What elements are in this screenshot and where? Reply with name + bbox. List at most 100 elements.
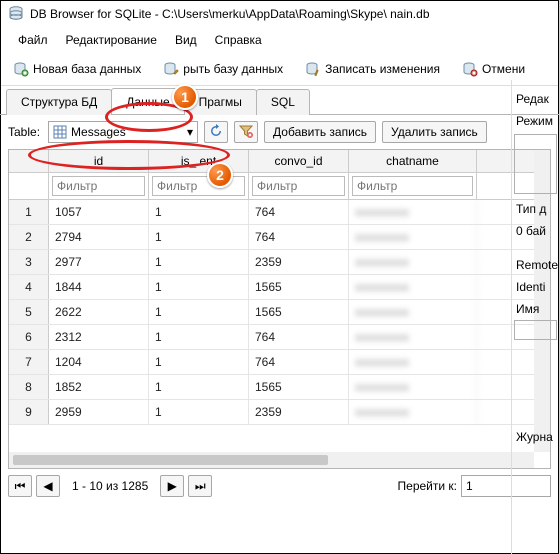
row-number: 9 bbox=[9, 400, 49, 424]
write-changes-button[interactable]: Записать изменения bbox=[298, 57, 447, 81]
filter-row bbox=[9, 173, 550, 200]
cell-convo[interactable]: 2359 bbox=[249, 250, 349, 274]
edit-box[interactable] bbox=[514, 134, 557, 194]
refresh-button[interactable] bbox=[204, 121, 228, 143]
window-title: DB Browser for SQLite - C:\Users\merku\A… bbox=[30, 7, 430, 21]
cell-convo[interactable]: 1565 bbox=[249, 375, 349, 399]
nav-next-button[interactable]: ▶ bbox=[160, 475, 184, 497]
record-nav: ⏮ ◀ 1 - 10 из 1285 ▶ ⏭ Перейти к: bbox=[0, 469, 559, 503]
cell-id[interactable]: 1844 bbox=[49, 275, 149, 299]
filter-chatname[interactable] bbox=[352, 176, 473, 196]
menu-bar: Файл Редактирование Вид Справка bbox=[0, 29, 559, 53]
filter-clear-icon bbox=[239, 124, 253, 141]
cell-id[interactable]: 1852 bbox=[49, 375, 149, 399]
filter-convo[interactable] bbox=[252, 176, 345, 196]
size-label: 0 бай bbox=[516, 224, 557, 238]
cell-id[interactable]: 2959 bbox=[49, 400, 149, 424]
table-label: Table: bbox=[8, 125, 40, 139]
cell-chatname[interactable]: xxxxxxxxx bbox=[349, 275, 477, 299]
row-number: 1 bbox=[9, 200, 49, 224]
row-number: 4 bbox=[9, 275, 49, 299]
cell-convo[interactable]: 764 bbox=[249, 225, 349, 249]
cell-id[interactable]: 2622 bbox=[49, 300, 149, 324]
cell-convo[interactable]: 764 bbox=[249, 200, 349, 224]
cell-id[interactable]: 2977 bbox=[49, 250, 149, 274]
mode-label: Режим bbox=[516, 114, 557, 128]
table-row[interactable]: 8185211565xxxxxxxxx bbox=[9, 375, 550, 400]
table-row[interactable]: 9295912359xxxxxxxxx bbox=[9, 400, 550, 425]
filter-id[interactable] bbox=[52, 176, 145, 196]
menu-help[interactable]: Справка bbox=[215, 33, 262, 47]
cell-chatname[interactable]: xxxxxxxxx bbox=[349, 350, 477, 374]
cell-id[interactable]: 2312 bbox=[49, 325, 149, 349]
cell-convo[interactable]: 764 bbox=[249, 325, 349, 349]
cell-convo[interactable]: 1565 bbox=[249, 300, 349, 324]
row-number: 5 bbox=[9, 300, 49, 324]
refresh-icon bbox=[209, 124, 223, 141]
header-col2[interactable]: is_ ent bbox=[149, 150, 249, 172]
cell-chatname[interactable]: xxxxxxxxx bbox=[349, 225, 477, 249]
menu-file[interactable]: Файл bbox=[18, 33, 48, 47]
cell-id[interactable]: 2794 bbox=[49, 225, 149, 249]
table-row[interactable]: 110571764xxxxxxxxx bbox=[9, 200, 550, 225]
header-convo-id[interactable]: convo_id bbox=[249, 150, 349, 172]
cell-chatname[interactable]: xxxxxxxxx bbox=[349, 250, 477, 274]
cell-chatname[interactable]: xxxxxxxxx bbox=[349, 400, 477, 424]
cell-convo[interactable]: 764 bbox=[249, 350, 349, 374]
cell-chatname[interactable]: xxxxxxxxx bbox=[349, 300, 477, 324]
revert-changes-button[interactable]: Отмени bbox=[455, 57, 532, 81]
header-rownum[interactable] bbox=[9, 150, 49, 172]
menu-edit[interactable]: Редактирование bbox=[66, 33, 157, 47]
header-chatname[interactable]: chatname bbox=[349, 150, 477, 172]
cell-id[interactable]: 1057 bbox=[49, 200, 149, 224]
table-row[interactable]: 5262211565xxxxxxxxx bbox=[9, 300, 550, 325]
open-database-icon bbox=[163, 61, 179, 77]
name-field[interactable] bbox=[514, 320, 557, 340]
cell-col2[interactable]: 1 bbox=[149, 325, 249, 349]
new-database-label: Новая база данных bbox=[33, 62, 141, 76]
clear-filters-button[interactable] bbox=[234, 121, 258, 143]
cell-col2[interactable]: 1 bbox=[149, 375, 249, 399]
tab-pragmas[interactable]: Прагмы bbox=[184, 89, 257, 115]
header-id[interactable]: id bbox=[49, 150, 149, 172]
table-select[interactable]: Messages ▾ bbox=[48, 121, 198, 143]
new-database-icon bbox=[13, 61, 29, 77]
table-select-value: Messages bbox=[71, 125, 126, 139]
cell-col2[interactable]: 1 bbox=[149, 350, 249, 374]
tab-structure[interactable]: Структура БД bbox=[6, 89, 112, 115]
nav-last-button[interactable]: ⏭ bbox=[188, 475, 212, 497]
row-number: 3 bbox=[9, 250, 49, 274]
cell-col2[interactable]: 1 bbox=[149, 300, 249, 324]
row-number: 6 bbox=[9, 325, 49, 349]
table-row[interactable]: 227941764xxxxxxxxx bbox=[9, 225, 550, 250]
table-icon bbox=[53, 125, 67, 139]
tab-sql[interactable]: SQL bbox=[256, 89, 310, 115]
table-row[interactable]: 3297712359xxxxxxxxx bbox=[9, 250, 550, 275]
delete-record-button[interactable]: Удалить запись bbox=[382, 121, 487, 143]
cell-col2[interactable]: 1 bbox=[149, 400, 249, 424]
cell-chatname[interactable]: xxxxxxxxx bbox=[349, 200, 477, 224]
cell-col2[interactable]: 1 bbox=[149, 275, 249, 299]
cell-convo[interactable]: 2359 bbox=[249, 400, 349, 424]
open-database-button[interactable]: рыть базу данных bbox=[156, 57, 290, 81]
cell-col2[interactable]: 1 bbox=[149, 250, 249, 274]
cell-id[interactable]: 1204 bbox=[49, 350, 149, 374]
cell-convo[interactable]: 1565 bbox=[249, 275, 349, 299]
type-label: Тип д bbox=[516, 202, 557, 216]
horizontal-scrollbar[interactable] bbox=[9, 452, 534, 468]
table-row[interactable]: 712041764xxxxxxxxx bbox=[9, 350, 550, 375]
filter-col2[interactable] bbox=[152, 176, 245, 196]
table-row[interactable]: 623121764xxxxxxxxx bbox=[9, 325, 550, 350]
nav-first-button[interactable]: ⏮ bbox=[8, 475, 32, 497]
table-row[interactable]: 4184411565xxxxxxxxx bbox=[9, 275, 550, 300]
new-database-button[interactable]: Новая база данных bbox=[6, 57, 148, 81]
cell-chatname[interactable]: xxxxxxxxx bbox=[349, 325, 477, 349]
add-record-button[interactable]: Добавить запись bbox=[264, 121, 376, 143]
nav-prev-button[interactable]: ◀ bbox=[36, 475, 60, 497]
cell-col2[interactable]: 1 bbox=[149, 200, 249, 224]
menu-view[interactable]: Вид bbox=[175, 33, 197, 47]
cell-col2[interactable]: 1 bbox=[149, 225, 249, 249]
tab-data[interactable]: Данные bbox=[111, 88, 184, 114]
identity-label: Identi bbox=[516, 280, 557, 294]
cell-chatname[interactable]: xxxxxxxxx bbox=[349, 375, 477, 399]
